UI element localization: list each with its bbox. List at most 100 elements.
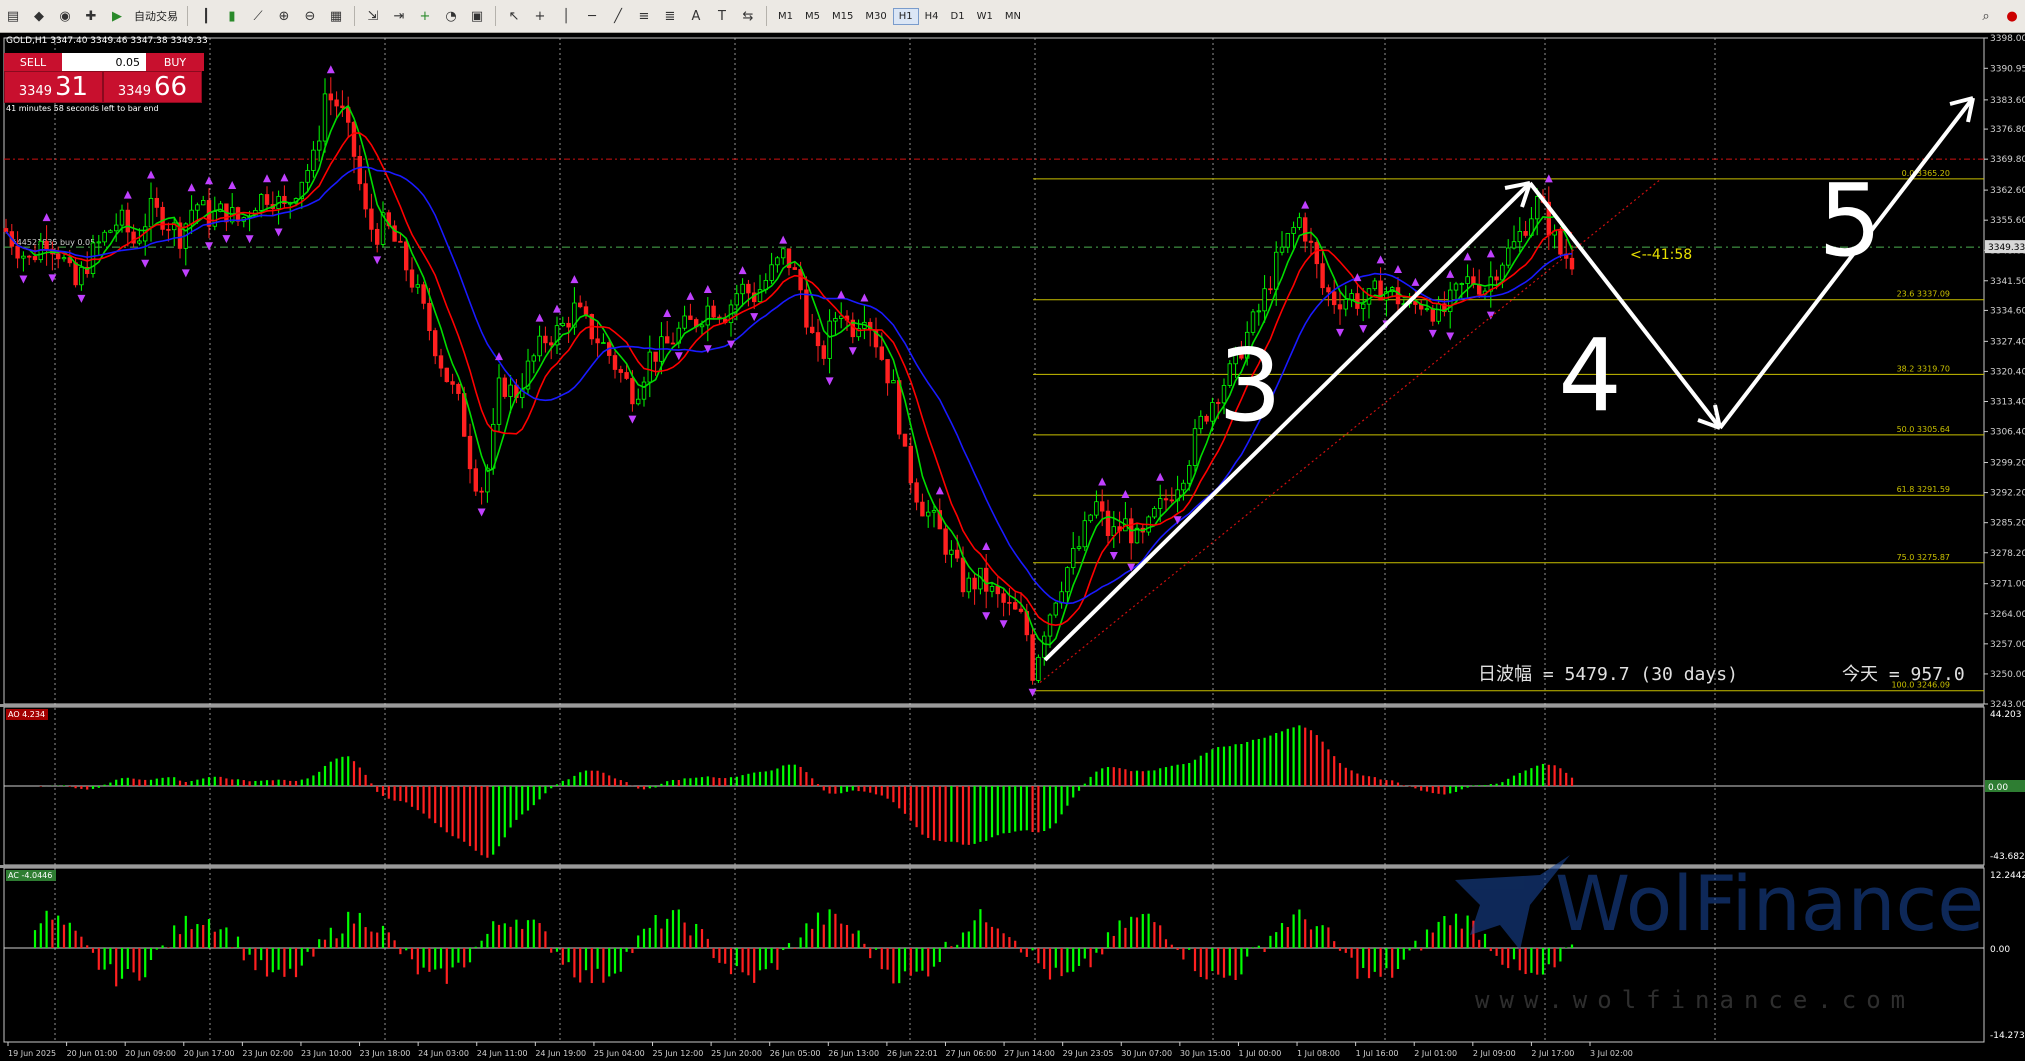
search-icon[interactable]: ⌕ <box>1975 5 1997 27</box>
timeframe-bar: M1 M5 M15 M30 H1 H4 D1 W1 MN <box>772 7 1027 25</box>
indicators-icon[interactable]: + <box>414 5 436 27</box>
fractal-up-marker <box>837 290 846 299</box>
candle-body <box>1256 310 1261 313</box>
channel-icon[interactable]: ≡ <box>633 5 655 27</box>
fractal-up-marker <box>1301 200 1310 209</box>
fractal-up-marker <box>228 181 237 190</box>
chart-shift-icon[interactable]: ⇥ <box>388 5 410 27</box>
candle-body <box>200 200 206 206</box>
fractal-up-marker <box>205 176 213 185</box>
candle-body <box>711 305 716 318</box>
horizontal-line-icon[interactable]: ─ <box>581 5 603 27</box>
timeframe-m5[interactable]: M5 <box>799 8 826 25</box>
buy-button[interactable]: BUY <box>146 53 204 71</box>
text-label-icon[interactable]: T <box>711 5 733 27</box>
candle-body <box>125 209 130 233</box>
fractal-up-marker <box>326 65 335 74</box>
candle-body <box>32 256 38 261</box>
candle-body <box>1494 276 1499 281</box>
fractal-up-marker <box>123 190 132 199</box>
candle-body <box>1001 593 1006 603</box>
watermark-url: www.wolfinance.com <box>1475 986 1915 1014</box>
candle-body <box>583 306 589 315</box>
tile-windows-icon[interactable]: ▦ <box>325 5 347 27</box>
zoom-in-icon[interactable]: ⊕ <box>273 5 295 27</box>
candle-body <box>1430 308 1435 322</box>
bar-countdown: <--41:58 <box>1630 247 1692 263</box>
crosshair-icon[interactable]: + <box>529 5 551 27</box>
panel-frame <box>3 37 1985 705</box>
ask-price-box[interactable]: 3349 66 <box>103 71 202 103</box>
candle-body <box>566 322 571 328</box>
templates-icon[interactable]: ▣ <box>466 5 488 27</box>
candle-body <box>1100 501 1105 512</box>
price-tick-label: 3299.20 <box>1990 459 2025 469</box>
profiles-icon[interactable]: ◆ <box>28 5 50 27</box>
price-tick-label: 3292.20 <box>1990 489 2025 499</box>
zoom-out-icon[interactable]: ⊖ <box>299 5 321 27</box>
timeframe-d1[interactable]: D1 <box>945 8 971 25</box>
auto-trading-label[interactable]: 自动交易 <box>130 6 182 26</box>
data-window-icon[interactable]: ✚ <box>80 5 102 27</box>
cursor-icon[interactable]: ↖ <box>503 5 525 27</box>
candle-body <box>1204 415 1209 422</box>
timeframe-m30[interactable]: M30 <box>859 8 892 25</box>
candle-body <box>914 482 919 503</box>
fractal-up-marker <box>703 285 712 294</box>
candle-body <box>1036 656 1041 681</box>
timeframe-w1[interactable]: W1 <box>971 8 999 25</box>
alert-icon[interactable]: ● <box>2001 5 2023 27</box>
fibonacci-icon[interactable]: ≣ <box>659 5 681 27</box>
fractal-down-marker <box>750 313 759 322</box>
price-tick-label: 3341.50 <box>1990 277 2025 287</box>
candle-body <box>108 230 113 233</box>
candle-body <box>549 342 554 346</box>
timeframe-m15[interactable]: M15 <box>826 8 859 25</box>
time-tick-label: 24 Jun 19:00 <box>535 1049 586 1058</box>
text-tool-icon[interactable]: A <box>685 5 707 27</box>
arrows-icon[interactable]: ⇆ <box>737 5 759 27</box>
time-tick-label: 24 Jun 11:00 <box>477 1049 528 1058</box>
price-tick-label: 3271.00 <box>1990 580 2025 590</box>
candle-body <box>1268 288 1273 291</box>
candle-body <box>960 557 966 593</box>
candle-body <box>1274 251 1279 290</box>
bar-chart-icon[interactable]: ┃ <box>195 5 217 27</box>
bid-price-box[interactable]: 3349 31 <box>4 71 103 103</box>
fractal-down-marker <box>141 259 150 268</box>
price-chart[interactable]: 0.0 3365.20 23.6 3337.09 38.2 3319.70 50.0 … <box>0 33 2025 1061</box>
periods-icon[interactable]: ◔ <box>440 5 462 27</box>
fib-level-label: 75.0 3275.87 <box>1897 553 1950 562</box>
candle-body <box>966 577 971 593</box>
trendline-icon[interactable]: ╱ <box>607 5 629 27</box>
candle-chart-icon[interactable]: ▮ <box>221 5 243 27</box>
auto-trading-icon[interactable]: ▶ <box>106 5 128 27</box>
timeframe-mn[interactable]: MN <box>999 8 1027 25</box>
fractal-down-marker <box>181 269 190 278</box>
market-watch-icon[interactable]: ◉ <box>54 5 76 27</box>
time-tick-label: 2 Jul 17:00 <box>1531 1049 1574 1058</box>
candle-body <box>90 242 96 274</box>
sell-button[interactable]: SELL <box>4 53 62 71</box>
fractal-up-marker <box>535 313 544 322</box>
vertical-line-icon[interactable]: │ <box>555 5 577 27</box>
fib-level-label: 23.6 3337.09 <box>1897 290 1950 299</box>
timeframe-m1[interactable]: M1 <box>772 8 799 25</box>
new-chart-icon[interactable]: ▤ <box>2 5 24 27</box>
candle-body <box>148 197 154 228</box>
candle-body <box>409 269 415 288</box>
timeframe-h4[interactable]: H4 <box>919 8 945 25</box>
candle-body <box>989 586 995 592</box>
candle-body <box>195 204 200 211</box>
autoscroll-icon[interactable]: ⇲ <box>362 5 384 27</box>
candle-body <box>1297 217 1302 228</box>
candle-body <box>1105 510 1111 536</box>
timeframe-h1[interactable]: H1 <box>892 7 919 25</box>
candle-body <box>61 257 67 260</box>
candle-body <box>15 245 20 259</box>
candle-body <box>682 315 687 329</box>
line-chart-icon[interactable]: ⟋ <box>247 5 269 27</box>
lot-size-input[interactable]: 0.05 <box>62 53 146 71</box>
price-tick-label: 3285.20 <box>1990 519 2025 529</box>
candle-body <box>891 380 896 384</box>
